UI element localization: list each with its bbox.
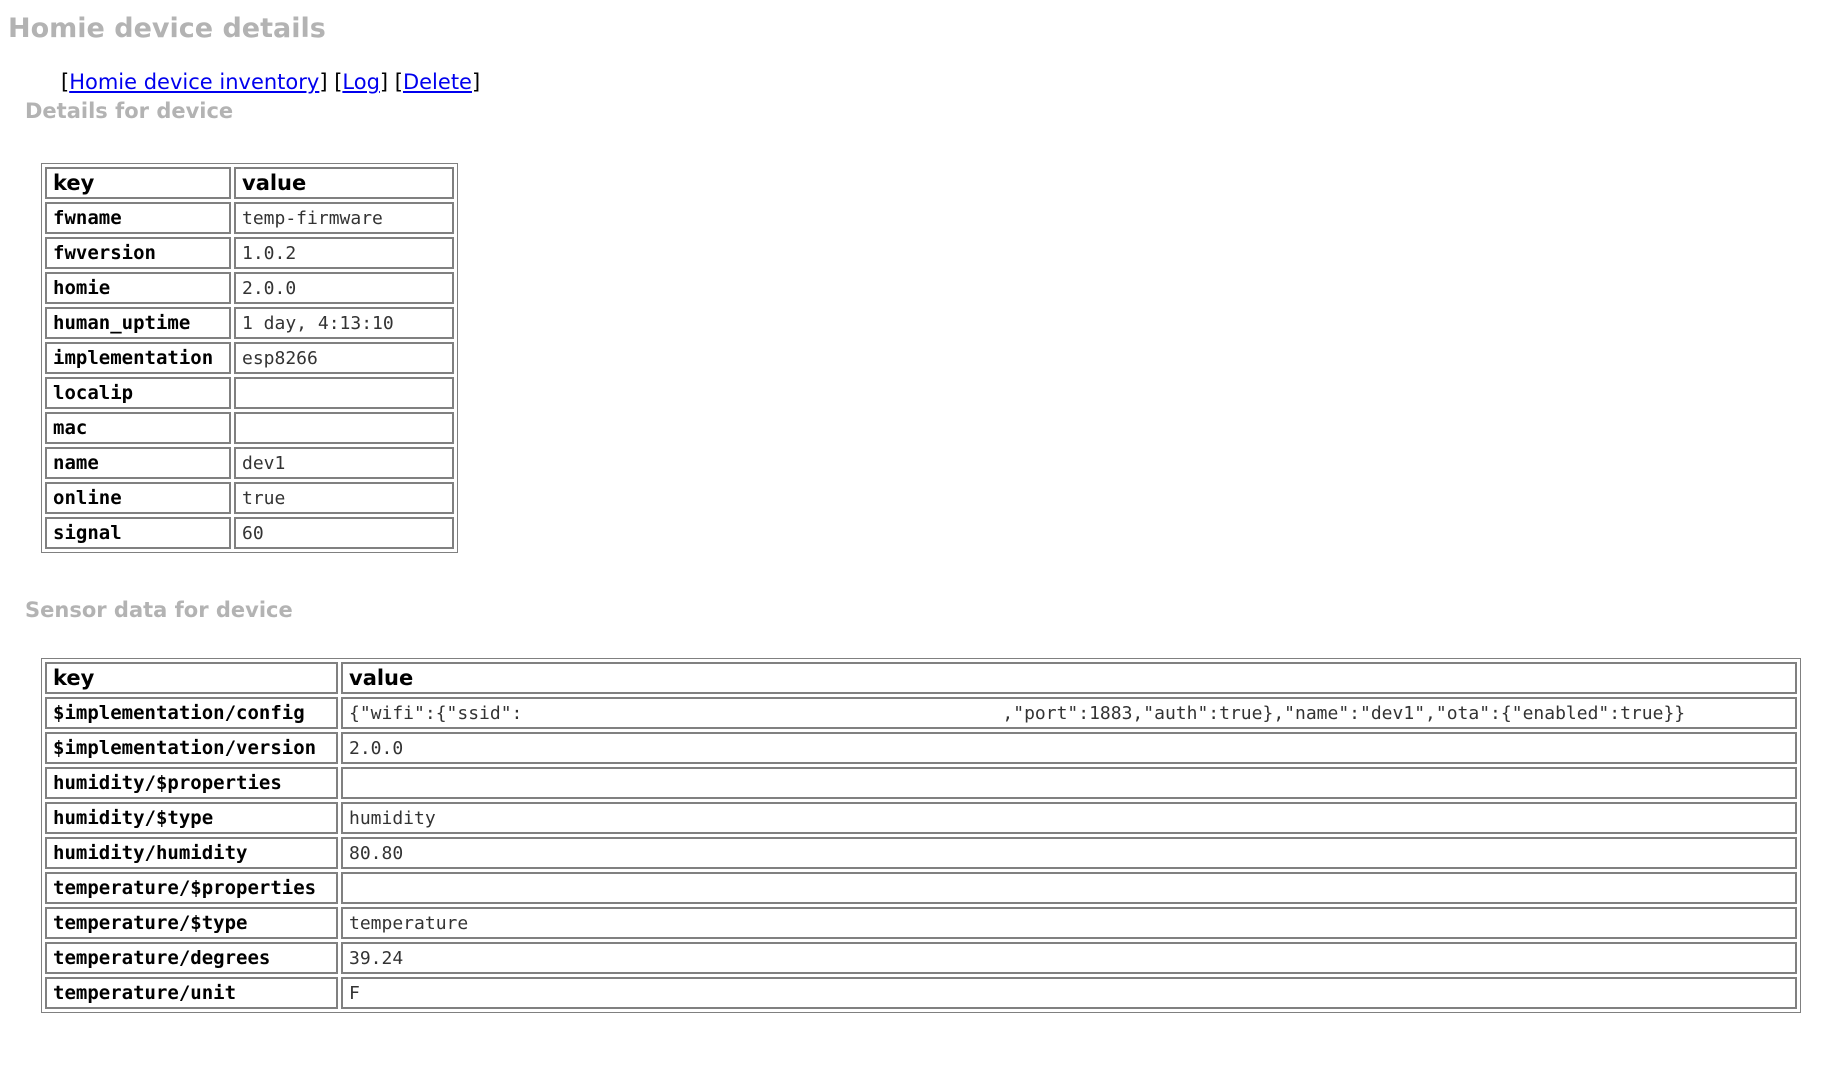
column-header-value: value — [341, 662, 1797, 694]
nav-links: [Homie device inventory] [Log] [Delete] — [61, 70, 481, 94]
row-value: 1 day, 4:13:10 — [234, 307, 454, 339]
row-key: humidity/humidity — [45, 837, 338, 869]
row-key: temperature/$type — [45, 907, 338, 939]
row-key: name — [45, 447, 231, 479]
row-key: online — [45, 482, 231, 514]
config-suffix: ,"port":1883,"auth":true},"name":"dev1",… — [1002, 702, 1686, 724]
table-header-row: key value — [45, 662, 1797, 694]
table-row: human_uptime 1 day, 4:13:10 — [45, 307, 454, 339]
table-header-row: key value — [45, 167, 454, 199]
row-key: homie — [45, 272, 231, 304]
row-value: 1.0.2 — [234, 237, 454, 269]
config-prefix: {"wifi":{"ssid": — [349, 702, 523, 724]
table-row: localip — [45, 377, 454, 409]
row-key: implementation — [45, 342, 231, 374]
delete-link[interactable]: Delete — [403, 70, 472, 94]
row-key: fwversion — [45, 237, 231, 269]
table-row: fwname temp-firmware — [45, 202, 454, 234]
row-value: F — [341, 977, 1797, 1009]
table-row: humidity/$type humidity — [45, 802, 1797, 834]
table-row: humidity/$properties — [45, 767, 1797, 799]
table-row: online true — [45, 482, 454, 514]
row-key: humidity/$properties — [45, 767, 338, 799]
table-row: homie 2.0.0 — [45, 272, 454, 304]
sensor-table: key value $implementation/config {"wifi"… — [41, 658, 1801, 1013]
row-value: dev1 — [234, 447, 454, 479]
row-value — [341, 767, 1797, 799]
row-value-config: {"wifi":{"ssid": ,"port":1883,"auth":true… — [341, 697, 1797, 729]
table-row: name dev1 — [45, 447, 454, 479]
table-row: temperature/$type temperature — [45, 907, 1797, 939]
table-row: $implementation/config {"wifi":{"ssid":,… — [45, 697, 1797, 729]
table-row: implementation esp8266 — [45, 342, 454, 374]
table-row: temperature/degrees 39.24 — [45, 942, 1797, 974]
sensor-heading: Sensor data for device — [25, 598, 293, 622]
row-key: $implementation/config — [45, 697, 338, 729]
log-link[interactable]: Log — [342, 70, 380, 94]
row-key: temperature/unit — [45, 977, 338, 1009]
page-title: Homie device details — [8, 13, 326, 44]
row-value: 2.0.0 — [341, 732, 1797, 764]
row-key: signal — [45, 517, 231, 549]
redacted-region — [522, 704, 1003, 723]
table-row: humidity/humidity 80.80 — [45, 837, 1797, 869]
row-key: human_uptime — [45, 307, 231, 339]
row-value: humidity — [341, 802, 1797, 834]
row-value: temperature — [341, 907, 1797, 939]
row-key: temperature/degrees — [45, 942, 338, 974]
column-header-key: key — [45, 662, 338, 694]
row-value — [234, 412, 454, 444]
table-row: $implementation/version 2.0.0 — [45, 732, 1797, 764]
row-key: fwname — [45, 202, 231, 234]
row-value: temp-firmware — [234, 202, 454, 234]
row-key: temperature/$properties — [45, 872, 338, 904]
column-header-value: value — [234, 167, 454, 199]
row-key: humidity/$type — [45, 802, 338, 834]
row-value: 39.24 — [341, 942, 1797, 974]
row-key: localip — [45, 377, 231, 409]
table-row: temperature/$properties — [45, 872, 1797, 904]
row-key: $implementation/version — [45, 732, 338, 764]
row-value — [234, 377, 454, 409]
row-value: 80.80 — [341, 837, 1797, 869]
details-heading: Details for device — [25, 99, 234, 123]
row-value — [341, 872, 1797, 904]
row-value: 60 — [234, 517, 454, 549]
row-value: 2.0.0 — [234, 272, 454, 304]
table-row: mac — [45, 412, 454, 444]
row-value: true — [234, 482, 454, 514]
row-value: esp8266 — [234, 342, 454, 374]
table-row: fwversion 1.0.2 — [45, 237, 454, 269]
table-row: temperature/unit F — [45, 977, 1797, 1009]
details-table: key value fwname temp-firmware fwversion 1… — [41, 163, 458, 553]
column-header-key: key — [45, 167, 231, 199]
inventory-link[interactable]: Homie device inventory — [69, 70, 319, 94]
row-key: mac — [45, 412, 231, 444]
table-row: signal 60 — [45, 517, 454, 549]
